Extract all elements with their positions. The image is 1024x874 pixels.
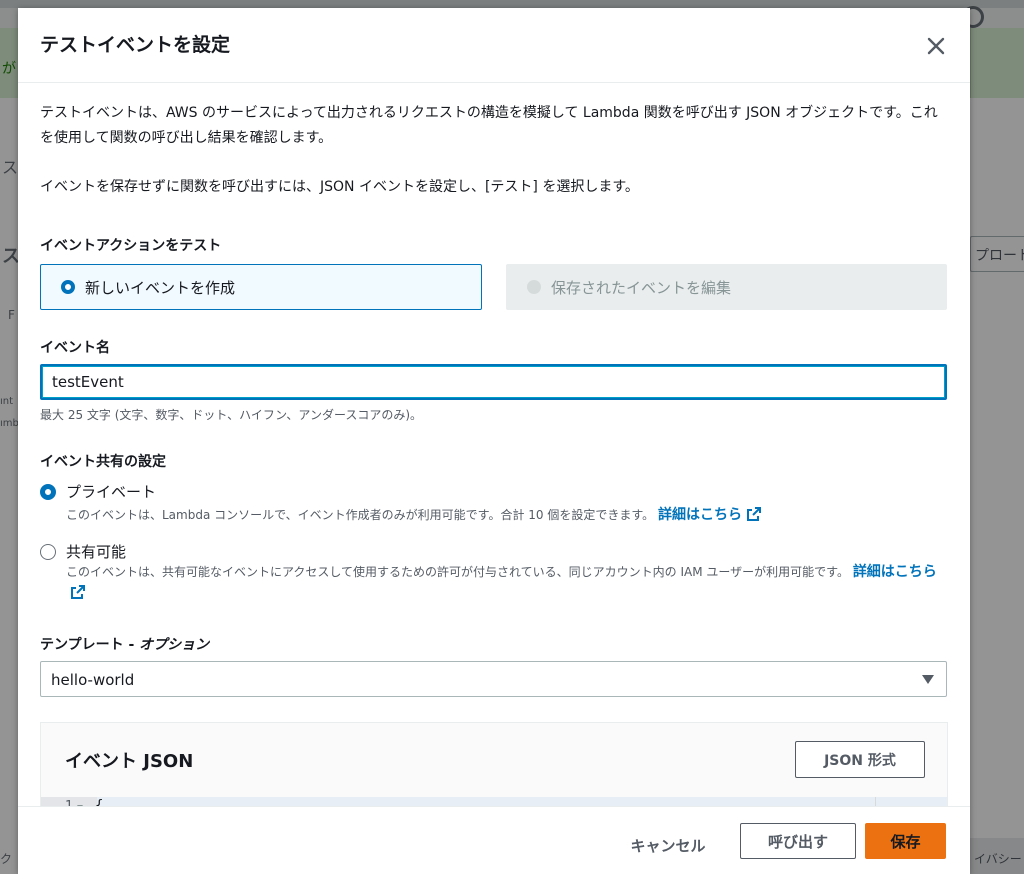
close-icon	[927, 37, 945, 55]
learn-more-link-private[interactable]: 詳細はこちら	[658, 507, 762, 523]
radio-unchecked-icon	[40, 543, 56, 560]
external-link-icon	[71, 585, 85, 599]
radio-checked-icon	[40, 483, 56, 500]
format-json-button[interactable]: JSON 形式	[795, 741, 925, 778]
modal-header: テストイベントを設定	[18, 8, 970, 83]
external-link-icon	[746, 507, 761, 521]
template-select[interactable]: hello-world	[40, 661, 947, 697]
radio-private-description: このイベントは、Lambda コンソールで、イベント作成者のみが利用可能です。合…	[66, 505, 946, 526]
learn-more-link-label: 詳細はこちら	[657, 507, 742, 523]
template-label: テンプレート - オプション	[40, 634, 209, 654]
shareable-description-text: このイベントは、共有可能なイベントにアクセスして使用するための許可が付与されてい…	[66, 565, 849, 579]
close-button[interactable]	[922, 32, 950, 60]
caret-down-icon	[922, 675, 934, 684]
template-label-main: テンプレート -	[40, 637, 140, 653]
event-name-label: イベント名	[40, 340, 110, 356]
modal-description: テストイベントは、AWS のサービスによって出力されるリクエストの構造を模擬して…	[40, 105, 938, 146]
radio-selected-icon	[61, 280, 75, 294]
modal-description-secondary: イベントを保存せずに関数を呼び出すには、JSON イベントを設定し、[テスト] …	[40, 179, 639, 195]
modal-footer: キャンセル 呼び出す 保存	[18, 806, 970, 874]
modal-title: テストイベントを設定	[40, 34, 231, 56]
radio-shareable-description: このイベントは、共有可能なイベントにアクセスして使用するための許可が付与されてい…	[66, 562, 946, 604]
tile-edit-saved-event: 保存されたイベントを編集	[506, 264, 947, 310]
event-name-input[interactable]	[40, 364, 947, 400]
radio-shareable-label: 共有可能	[66, 543, 127, 561]
invoke-button[interactable]: 呼び出す	[740, 823, 856, 859]
template-select-value: hello-world	[51, 671, 135, 689]
configure-test-event-modal: テストイベントを設定 テストイベントは、AWS のサービスによって出力されるリク…	[18, 8, 970, 874]
tile-edit-saved-event-label: 保存されたイベントを編集	[551, 278, 732, 297]
event-action-label: イベントアクションをテスト	[40, 238, 222, 254]
learn-more-link-label: 詳細はこちら	[852, 564, 937, 580]
event-sharing-label: イベント共有の設定	[40, 454, 166, 470]
radio-private[interactable]: プライベート	[40, 481, 156, 502]
event-name-hint: 最大 25 文字 (文字、数字、ドット、ハイフン、アンダースコアのみ)。	[40, 408, 423, 422]
event-json-title: イベント JSON	[65, 751, 194, 772]
radio-disabled-icon	[527, 280, 541, 294]
radio-shareable[interactable]: 共有可能	[40, 541, 126, 562]
save-button[interactable]: 保存	[865, 823, 946, 859]
tile-create-new-event[interactable]: 新しいイベントを作成	[40, 264, 482, 310]
tile-create-new-event-label: 新しいイベントを作成	[85, 278, 236, 297]
template-label-optional: オプション	[139, 637, 210, 653]
radio-private-label: プライベート	[66, 483, 157, 501]
private-description-text: このイベントは、Lambda コンソールで、イベント作成者のみが利用可能です。合…	[66, 508, 655, 522]
cancel-button[interactable]: キャンセル	[618, 827, 718, 863]
